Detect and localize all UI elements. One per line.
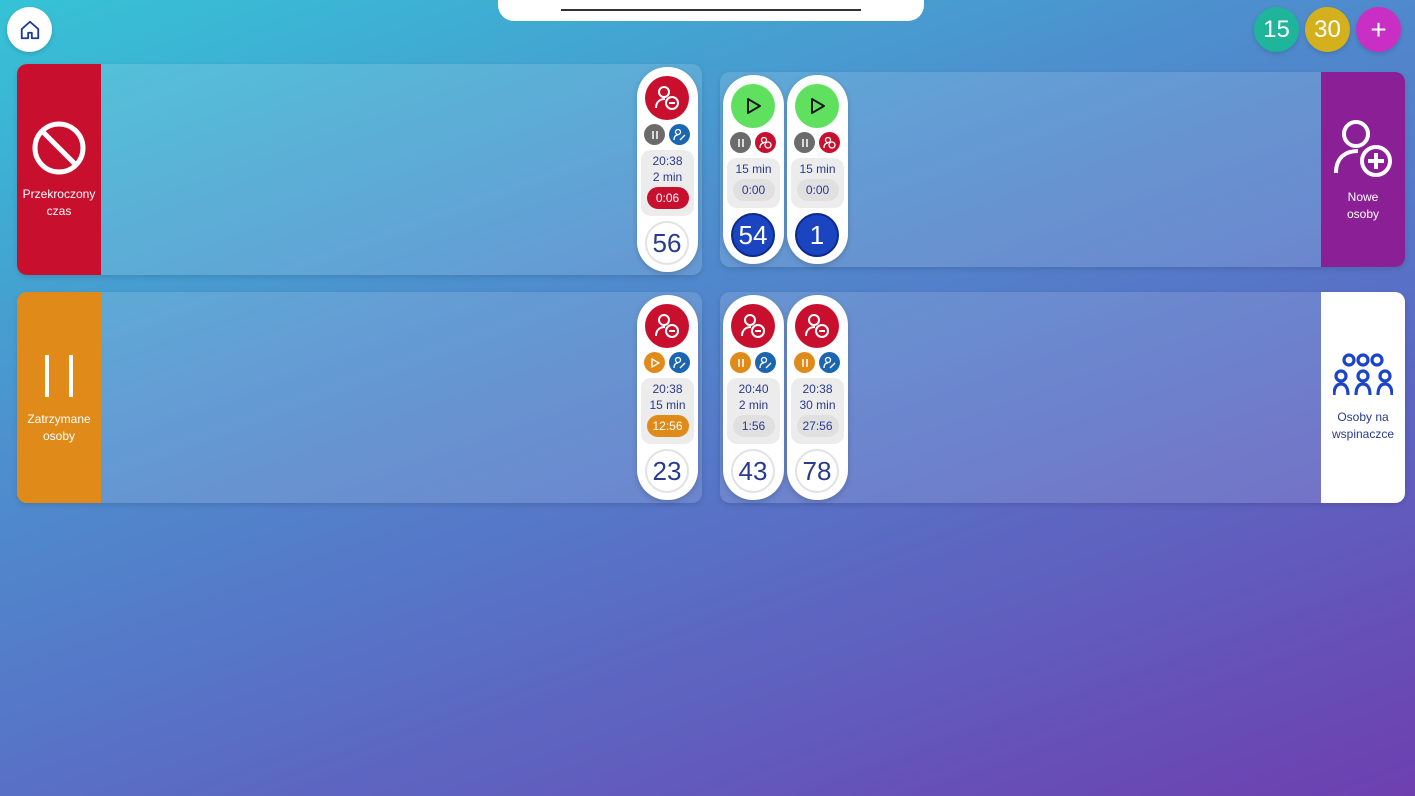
start-button[interactable] — [731, 84, 775, 128]
person-number: 54 — [731, 213, 775, 257]
pause-icon — [801, 358, 808, 367]
time-info: 20:38 15 min 12:56 — [641, 378, 694, 444]
start-button[interactable] — [795, 84, 839, 128]
remove-person-button[interactable] — [731, 304, 775, 348]
person-card[interactable]: 20:38 15 min 12:56 23 — [637, 295, 698, 500]
elapsed-badge: 1:56 — [732, 415, 775, 437]
top-search-bar[interactable] — [498, 0, 924, 21]
home-icon — [20, 20, 39, 39]
time-info: 20:38 30 min 27:56 — [791, 378, 844, 444]
person-number: 23 — [645, 449, 689, 493]
person-number: 43 — [731, 449, 775, 493]
edit-person-button[interactable] — [755, 352, 776, 373]
group-icon — [1333, 352, 1393, 395]
pause-icon — [45, 354, 73, 397]
climbing-panel: Osoby na wspinaczce 20:40 2 min 1:56 43 … — [720, 292, 1405, 503]
remove-person-button[interactable] — [819, 132, 840, 153]
pause-button[interactable] — [730, 352, 751, 373]
pause-icon — [737, 138, 744, 147]
play-icon — [811, 98, 825, 114]
time-info: 20:40 2 min 1:56 — [727, 378, 780, 444]
remove-person-button[interactable] — [645, 304, 689, 348]
overtime-panel: Przekroczony czas 20:38 2 min 0:06 56 — [17, 64, 702, 275]
paused-section-header[interactable]: Zatrzymane osoby — [17, 292, 101, 503]
overtime-section-header[interactable]: Przekroczony czas — [17, 64, 101, 275]
pause-button[interactable] — [794, 132, 815, 153]
edit-person-button[interactable] — [669, 124, 690, 145]
person-card[interactable]: 20:40 2 min 1:56 43 — [723, 295, 784, 500]
person-number: 78 — [795, 449, 839, 493]
edit-person-button[interactable] — [669, 352, 690, 373]
edit-person-icon — [673, 128, 686, 141]
edit-person-icon — [673, 356, 686, 369]
add-person-icon — [1334, 119, 1392, 177]
add-button[interactable]: + — [1356, 7, 1401, 52]
remove-person-icon — [805, 314, 829, 338]
remove-person-icon — [655, 314, 679, 338]
remove-person-icon — [759, 136, 772, 149]
quick-30-button[interactable]: 30 — [1305, 7, 1350, 52]
resume-button[interactable] — [644, 352, 665, 373]
edit-person-icon — [759, 356, 772, 369]
person-card[interactable]: 15 min 0:00 54 — [723, 75, 784, 264]
new-section-header[interactable]: Nowe osoby — [1321, 72, 1405, 267]
bar-underline — [561, 9, 861, 11]
elapsed-badge: 0:00 — [732, 179, 775, 201]
remove-person-button[interactable] — [645, 76, 689, 120]
new-people-panel: Nowe osoby 15 min 0:00 54 15 min 0:00 1 — [720, 72, 1405, 267]
elapsed-badge: 0:00 — [796, 179, 839, 201]
climbing-section-header[interactable]: Osoby na wspinaczce — [1321, 292, 1405, 503]
remove-person-icon — [655, 86, 679, 110]
elapsed-badge: 12:56 — [646, 415, 689, 437]
paused-panel: Zatrzymane osoby 20:38 15 min 12:56 23 — [17, 292, 702, 503]
elapsed-badge: 0:06 — [646, 187, 689, 209]
person-number: 1 — [795, 213, 839, 257]
remove-person-button[interactable] — [795, 304, 839, 348]
play-icon — [747, 98, 761, 114]
time-info: 15 min 0:00 — [791, 158, 844, 208]
elapsed-badge: 27:56 — [796, 415, 839, 437]
person-card[interactable]: 15 min 0:00 1 — [787, 75, 848, 264]
quick-15-button[interactable]: 15 — [1254, 7, 1299, 52]
remove-person-icon — [823, 136, 836, 149]
edit-person-button[interactable] — [819, 352, 840, 373]
pause-icon — [651, 130, 658, 139]
person-card[interactable]: 20:38 2 min 0:06 56 — [637, 67, 698, 272]
time-info: 15 min 0:00 — [727, 158, 780, 208]
person-card[interactable]: 20:38 30 min 27:56 78 — [787, 295, 848, 500]
time-info: 20:38 2 min 0:06 — [641, 150, 694, 216]
pause-icon — [801, 138, 808, 147]
pause-button[interactable] — [644, 124, 665, 145]
remove-person-button[interactable] — [755, 132, 776, 153]
remove-person-icon — [741, 314, 765, 338]
prohibited-icon — [32, 121, 86, 174]
pause-button[interactable] — [794, 352, 815, 373]
pause-icon — [737, 358, 744, 367]
person-number: 56 — [645, 221, 689, 265]
edit-person-icon — [823, 356, 836, 369]
pause-button[interactable] — [730, 132, 751, 153]
home-button[interactable] — [7, 7, 52, 52]
play-icon — [650, 357, 660, 368]
